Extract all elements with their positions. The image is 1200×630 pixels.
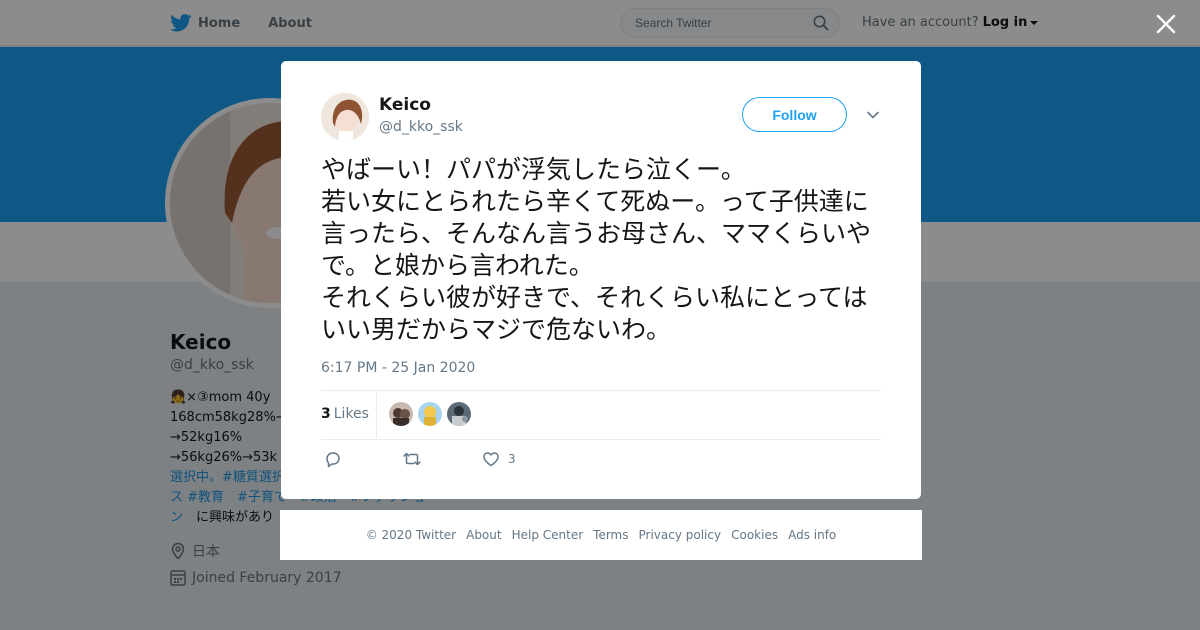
liker-avatar[interactable]	[389, 402, 413, 426]
tweet-timestamp[interactable]: 6:17 PM - 25 Jan 2020	[321, 360, 475, 376]
retweet-icon	[403, 452, 421, 466]
reply-icon	[326, 452, 340, 468]
like-count: 3	[508, 452, 516, 466]
liker-avatar[interactable]	[447, 402, 471, 426]
modal-footer: © 2020 Twitter About Help Center Terms P…	[280, 510, 922, 560]
author-name[interactable]: Keico	[379, 95, 431, 115]
follow-button[interactable]: Follow	[742, 97, 847, 132]
footer-link-ads-info[interactable]: Ads info	[788, 528, 836, 542]
footer-link-terms[interactable]: Terms	[593, 528, 628, 542]
author-handle[interactable]: @d_kko_ssk	[379, 119, 463, 135]
reply-button[interactable]	[324, 450, 350, 468]
tweet-stats: 3 Likes	[321, 390, 881, 440]
footer-link-help-center[interactable]: Help Center	[512, 528, 584, 542]
footer-link-privacy-policy[interactable]: Privacy policy	[639, 528, 722, 542]
tweet-actions: 3	[321, 450, 881, 472]
likes-count: 3	[321, 406, 331, 422]
chevron-down-icon[interactable]	[866, 108, 880, 122]
heart-icon	[483, 452, 499, 467]
stats-divider	[376, 391, 377, 438]
footer-link-cookies[interactable]: Cookies	[731, 528, 778, 542]
tweet-permalink-modal: Keico @d_kko_ssk Follow やばーい！パパが浮気したら泣くー…	[281, 61, 921, 499]
footer-link-about[interactable]: About	[466, 528, 501, 542]
like-button[interactable]: 3	[482, 450, 516, 468]
author-avatar[interactable]	[321, 93, 369, 141]
likes-stat[interactable]: 3 Likes	[321, 406, 369, 422]
close-icon[interactable]	[1154, 12, 1178, 36]
retweet-button[interactable]	[402, 450, 430, 468]
tweet-text: やばーい！パパが浮気したら泣くー。 若い女にとられたら辛くて死ぬー。って子供達に…	[321, 155, 872, 344]
likes-label: Likes	[333, 406, 369, 422]
footer-copyright: © 2020 Twitter	[365, 528, 457, 542]
liker-avatar[interactable]	[418, 402, 442, 426]
